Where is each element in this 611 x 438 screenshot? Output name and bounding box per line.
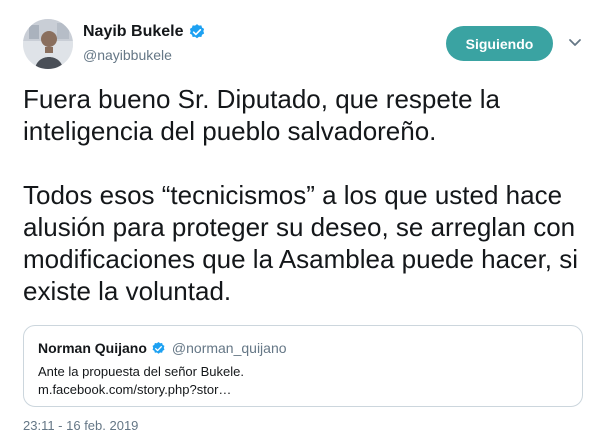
tweet-timestamp[interactable]: 23:11 - 16 feb. 2019 <box>23 418 138 433</box>
verified-badge-icon <box>188 23 206 41</box>
tweet-paragraph: Todos esos “tecnicismos” a los que usted… <box>23 180 579 306</box>
quoted-tweet-line: Ante la propuesta del señor Bukele. <box>38 364 244 379</box>
tweet-card: Nayib Bukele @nayibbukele Siguiendo Fuer… <box>0 0 611 438</box>
quoted-tweet[interactable]: Norman Quijano @norman_quijano Ante la p… <box>23 325 583 407</box>
author-name[interactable]: Nayib Bukele <box>83 23 183 41</box>
quoted-tweet-link: m.facebook.com/story.php?stor… <box>38 382 232 397</box>
quoted-author-handle: @norman_quijano <box>171 340 287 356</box>
following-button[interactable]: Siguiendo <box>446 26 553 61</box>
tweet-text: Fuera bueno Sr. Diputado, que respete la… <box>23 83 593 307</box>
quoted-tweet-text: Ante la propuesta del señor Bukele. m.fa… <box>38 363 244 399</box>
author-handle[interactable]: @nayibbukele <box>83 47 172 63</box>
quoted-tweet-header: Norman Quijano @norman_quijano <box>38 340 287 356</box>
avatar[interactable] <box>23 19 73 69</box>
verified-badge-icon <box>151 341 166 356</box>
chevron-down-icon[interactable] <box>568 38 582 48</box>
quoted-author-name: Norman Quijano <box>38 340 147 356</box>
avatar-photo-icon <box>23 19 73 69</box>
tweet-paragraph: Fuera bueno Sr. Diputado, que respete la… <box>23 84 500 146</box>
author-name-row: Nayib Bukele <box>83 23 206 41</box>
